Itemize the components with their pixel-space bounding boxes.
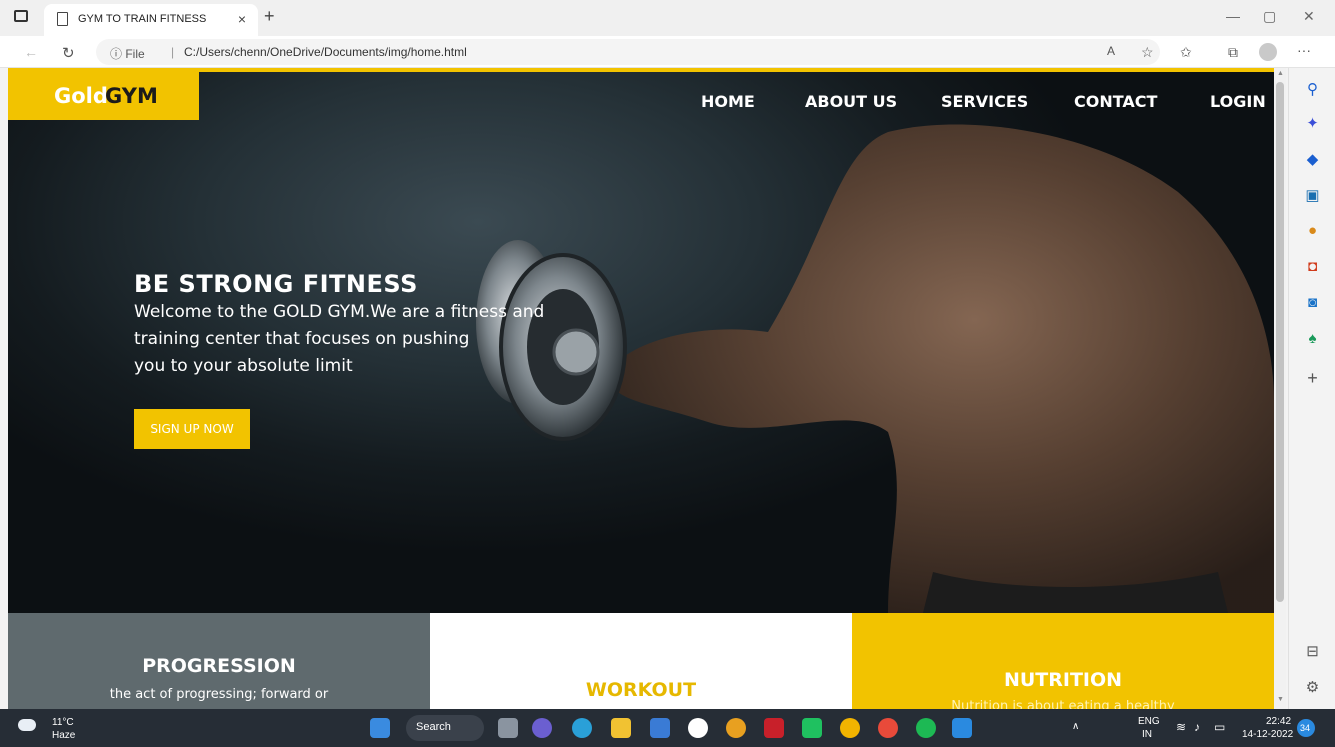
logo-gold-text: Gold xyxy=(54,84,108,108)
tab-bar: GYM TO TRAIN FITNESS × + — ▢ ✕ xyxy=(0,0,1335,36)
dumbbell-graphic xyxy=(476,240,627,441)
volume-icon[interactable]: ♪ xyxy=(1194,720,1200,734)
url-prefix: ⓘ File xyxy=(110,47,145,61)
tray-overflow-icon[interactable]: ∧ xyxy=(1072,721,1079,732)
page-viewport: Gold GYM HOME ABOUT US SERVICES CONTACT … xyxy=(8,68,1274,709)
athlete-silhouette xyxy=(608,124,1274,613)
back-icon[interactable]: ← xyxy=(24,44,38,60)
browser-tab[interactable]: GYM TO TRAIN FITNESS × xyxy=(44,4,258,36)
sign-up-button[interactable]: SIGN UP NOW xyxy=(134,409,250,449)
favorites-icon[interactable]: ✩ xyxy=(1180,44,1192,61)
minimize-icon[interactable]: — xyxy=(1226,8,1240,24)
card-progression: PROGRESSION the act of progressing; forw… xyxy=(8,613,430,709)
page-scrollbar[interactable]: ▲ ▼ xyxy=(1274,68,1286,709)
chrome-profile-icon[interactable] xyxy=(878,718,898,738)
notification-badge[interactable]: 34 xyxy=(1297,719,1315,737)
hero-text-line-3: you to your absolute limit xyxy=(134,356,353,376)
sidebar-add-icon[interactable]: + xyxy=(1289,368,1335,389)
nav-services[interactable]: SERVICES xyxy=(941,92,1028,111)
card-nutrition-title: NUTRITION xyxy=(1003,669,1123,691)
close-window-icon[interactable]: ✕ xyxy=(1303,8,1315,25)
url-divider: | xyxy=(171,45,175,59)
wifi-icon[interactable]: ≋ xyxy=(1176,720,1186,734)
sidebar-settings-icon[interactable]: ⚙ xyxy=(1289,678,1335,696)
sidebar-office-icon[interactable]: ◘ xyxy=(1289,258,1335,275)
browser-sidebar: ⚲ ✦ ◆ ▣ ● ◘ ◙ ♠ + ⊟ ⚙ xyxy=(1288,68,1335,709)
logo-gym-text: GYM xyxy=(105,84,158,108)
nav-home[interactable]: HOME xyxy=(701,92,755,111)
tab-close-icon[interactable]: × xyxy=(238,11,246,27)
url-field[interactable]: ⓘ File | C:/Users/chenn/OneDrive/Documen… xyxy=(96,39,1160,65)
sidebar-games-icon[interactable]: ● xyxy=(1289,222,1335,239)
edge-icon[interactable] xyxy=(572,718,592,738)
github-icon[interactable] xyxy=(688,718,708,738)
vscode-icon[interactable] xyxy=(952,718,972,738)
clock-date[interactable]: 14-12-2022 xyxy=(1242,729,1293,740)
card-nutrition: NUTRITION Nutrition is about eating a he… xyxy=(852,613,1274,709)
refresh-icon[interactable]: ↻ xyxy=(62,44,75,62)
spotify-icon[interactable] xyxy=(916,718,936,738)
sidebar-copilot-icon[interactable]: ✦ xyxy=(1289,114,1335,132)
site-logo[interactable]: Gold GYM xyxy=(8,72,199,120)
hero-text-line-2: training center that focuses on pushing xyxy=(134,329,470,349)
sidebar-shopping-icon[interactable]: ◆ xyxy=(1289,150,1335,168)
chrome-canary-icon[interactable] xyxy=(726,718,746,738)
address-bar-row: ← ↻ ⓘ File | C:/Users/chenn/OneDrive/Doc… xyxy=(0,36,1335,68)
sidebar-tools-icon[interactable]: ▣ xyxy=(1289,186,1335,204)
hero-title: BE STRONG FITNESS xyxy=(134,270,418,298)
scroll-down-icon[interactable]: ▼ xyxy=(1277,696,1284,703)
page-icon xyxy=(57,12,68,26)
sidebar-search-icon[interactable]: ⚲ xyxy=(1289,80,1335,98)
file-explorer-icon[interactable] xyxy=(611,718,631,738)
card-workout: WORKOUT xyxy=(430,613,852,709)
profile-avatar[interactable] xyxy=(1259,43,1277,61)
task-view-icon[interactable] xyxy=(498,718,518,738)
nav-contact[interactable]: CONTACT xyxy=(1074,92,1157,111)
weather-desc[interactable]: Haze xyxy=(52,730,75,741)
pycharm-icon[interactable] xyxy=(802,718,822,738)
collections-icon[interactable]: ⧉ xyxy=(1228,44,1238,61)
chrome-icon[interactable] xyxy=(840,718,860,738)
lang-bottom[interactable]: IN xyxy=(1142,729,1152,740)
more-menu-icon[interactable]: ··· xyxy=(1297,42,1311,58)
weather-icon[interactable] xyxy=(18,719,36,731)
card-nutrition-desc: Nutrition is about eating a healthy xyxy=(951,699,1175,709)
card-workout-title: WORKOUT xyxy=(585,679,697,701)
taskbar-search-label: Search xyxy=(416,721,451,733)
new-tab-icon[interactable]: + xyxy=(264,6,275,27)
nav-about-us[interactable]: ABOUT US xyxy=(805,92,897,111)
start-icon[interactable] xyxy=(370,718,390,738)
store-icon[interactable] xyxy=(650,718,670,738)
favorite-star-icon[interactable]: ☆ xyxy=(1141,44,1154,61)
sidebar-tree-icon[interactable]: ♠ xyxy=(1289,330,1335,347)
card-progression-title: PROGRESSION xyxy=(142,655,296,677)
sidebar-hide-icon[interactable]: ⊟ xyxy=(1289,642,1335,660)
hero-section: Gold GYM HOME ABOUT US SERVICES CONTACT … xyxy=(8,72,1274,613)
nav-login[interactable]: LOGIN xyxy=(1210,92,1266,111)
card-progression-desc: the act of progressing; forward or xyxy=(109,687,329,702)
taskbar-search[interactable]: Search xyxy=(406,715,484,741)
lang-top[interactable]: ENG xyxy=(1138,716,1160,727)
restore-icon[interactable]: ▢ xyxy=(1263,8,1276,25)
url-text: C:/Users/chenn/OneDrive/Documents/img/ho… xyxy=(184,45,467,59)
scroll-up-icon[interactable]: ▲ xyxy=(1277,70,1284,77)
weather-temp[interactable]: 11°C xyxy=(52,717,74,728)
scrollbar-thumb[interactable] xyxy=(1276,82,1284,602)
teams-icon[interactable] xyxy=(532,718,552,738)
hero-text-line-1: Welcome to the GOLD GYM.We are a fitness… xyxy=(134,302,545,322)
tab-title: GYM TO TRAIN FITNESS xyxy=(78,13,207,25)
sidebar-outlook-icon[interactable]: ◙ xyxy=(1289,294,1335,311)
mcafee-icon[interactable] xyxy=(764,718,784,738)
clock-time[interactable]: 22:42 xyxy=(1266,716,1291,727)
taskbar: 11°C Haze Search ∧ ENG IN ≋ ♪ ▭ 22:42 14… xyxy=(0,709,1335,747)
notification-count: 34 xyxy=(1300,723,1311,733)
tab-actions-icon[interactable] xyxy=(14,10,28,22)
read-aloud-icon[interactable]: A xyxy=(1107,44,1115,58)
battery-icon[interactable]: ▭ xyxy=(1214,720,1225,734)
